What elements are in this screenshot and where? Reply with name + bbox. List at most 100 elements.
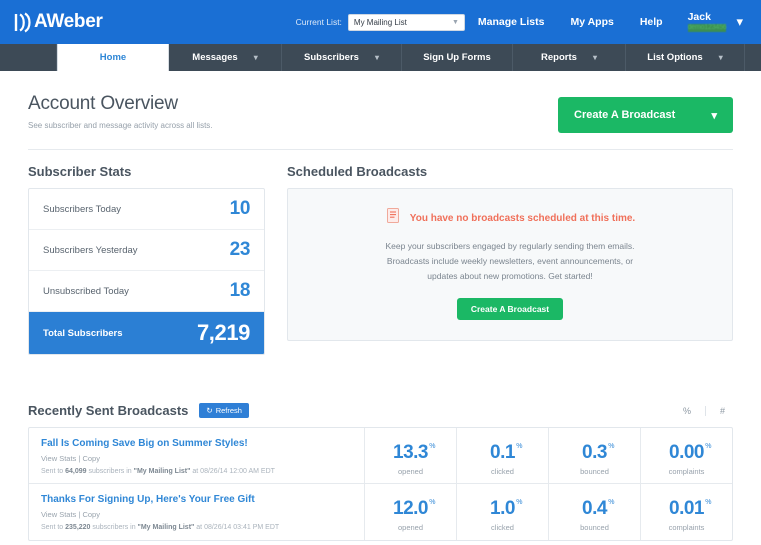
nav-tab-list-options[interactable]: List Options ▾ <box>626 44 745 71</box>
overview-columns: Subscriber Stats Subscribers Today 10 Su… <box>28 164 733 355</box>
broadcast-subject-link[interactable]: Fall Is Coming Save Big on Summer Styles… <box>41 438 352 449</box>
table-row: Fall Is Coming Save Big on Summer Styles… <box>29 428 732 484</box>
my-apps-link[interactable]: My Apps <box>557 16 626 28</box>
refresh-icon: ↻ <box>206 406 213 415</box>
manage-lists-link[interactable]: Manage Lists <box>465 16 558 28</box>
stat-value: 10 <box>229 198 251 219</box>
metric-unit: % <box>516 442 522 450</box>
view-stats-link[interactable]: View Stats <box>41 510 76 519</box>
aweber-logo-icon <box>14 12 31 33</box>
stat-label: Subscribers Today <box>43 203 121 215</box>
stat-value: 18 <box>229 280 251 301</box>
metric-number: 0.00 <box>669 441 704 463</box>
metric-opened: 12.0% opened <box>364 484 456 540</box>
nav-tab-sign-up-forms[interactable]: Sign Up Forms <box>402 44 513 71</box>
chevron-down-icon: ▾ <box>253 53 258 62</box>
metric-bounced: 0.3% bounced <box>548 428 640 483</box>
metric-value: 13.3% <box>393 442 435 464</box>
nav-tab-list-options-label: List Options <box>647 52 703 63</box>
toggle-separator <box>704 405 706 416</box>
nav-tab-messages[interactable]: Messages ▾ <box>169 44 282 71</box>
metric-label: clicked <box>491 466 514 476</box>
scheduled-broadcasts-empty-state: You have no broadcasts scheduled at this… <box>287 188 733 341</box>
page-content: Account Overview See subscriber and mess… <box>0 71 761 541</box>
nav-tab-reports[interactable]: Reports ▾ <box>513 44 626 71</box>
scheduled-create-broadcast-button[interactable]: Create A Broadcast <box>456 297 564 320</box>
toggle-percent-button[interactable]: % <box>681 406 693 416</box>
metric-number: 12.0 <box>393 498 428 519</box>
view-toggle-group: % # <box>681 405 733 416</box>
stat-value: 7,219 <box>196 320 250 345</box>
broadcast-info: Fall Is Coming Save Big on Summer Styles… <box>29 428 364 483</box>
copy-link[interactable]: Copy <box>82 510 100 519</box>
chevron-down-icon: ▾ <box>592 53 597 62</box>
metric-unit: % <box>429 499 435 506</box>
nav-tab-subscribers-label: Subscribers <box>304 52 359 63</box>
recently-sent-broadcasts-table: Fall Is Coming Save Big on Summer Styles… <box>28 427 733 541</box>
subscriber-stats-title: Subscriber Stats <box>28 164 132 179</box>
scheduled-body-line3: updates about new promotions. Get starte… <box>427 270 593 281</box>
nav-tab-reports-label: Reports <box>541 52 577 63</box>
chevron-down-icon: ▾ <box>374 53 379 62</box>
stat-label: Total Subscribers <box>43 327 123 339</box>
sent-mid: subscribers in <box>90 524 138 531</box>
page-subtitle: See subscriber and message activity acro… <box>28 121 213 130</box>
broadcast-metrics: 13.3% opened 0.1% clicked 0.3% bounced 0… <box>364 428 732 483</box>
metric-opened: 13.3% opened <box>364 428 456 483</box>
user-menu[interactable]: Jack demo123456 ▾ <box>676 11 747 32</box>
stat-label: Subscribers Yesterday <box>43 244 138 256</box>
scheduled-alert-text: You have no broadcasts scheduled at this… <box>409 212 636 224</box>
metric-value: 12.0% <box>393 498 435 520</box>
aweber-logo-text: AWeber <box>34 11 103 32</box>
chevron-down-icon: ▾ <box>736 14 743 30</box>
broadcast-info: Thanks For Signing Up, Here's Your Free … <box>29 484 364 540</box>
toggle-number-button[interactable]: # <box>718 406 727 416</box>
action-separator: | <box>78 510 81 519</box>
user-first-name: Jack <box>687 11 711 24</box>
aweber-logo[interactable]: AWeber <box>14 11 103 33</box>
sent-prefix: Sent to <box>41 524 66 531</box>
copy-link[interactable]: Copy <box>82 454 100 463</box>
user-handle: demo123456 <box>687 24 727 32</box>
current-list-select[interactable]: My Mailing List ▼ <box>347 13 465 31</box>
broadcast-sent-info: Sent to 64,099 subscribers in "My Mailin… <box>41 468 352 475</box>
view-stats-link[interactable]: View Stats <box>41 454 76 463</box>
nav-tab-home-label: Home <box>99 52 127 63</box>
nav-tab-subscribers[interactable]: Subscribers ▾ <box>282 44 402 71</box>
metric-unit: % <box>516 499 522 506</box>
metric-unit: % <box>429 442 435 450</box>
metric-label: clicked <box>491 523 514 532</box>
metric-value: 0.01% <box>669 498 711 520</box>
recently-sent-title: Recently Sent Broadcasts <box>28 403 189 418</box>
nav-tab-home[interactable]: Home <box>57 44 169 71</box>
subscriber-stats-section: Subscriber Stats Subscribers Today 10 Su… <box>28 164 265 355</box>
broadcast-metrics: 12.0% opened 1.0% clicked 0.4% bounced 0… <box>364 484 732 540</box>
user-names: Jack demo123456 <box>687 11 727 32</box>
sent-suffix: at 08/26/14 12:00 AM EDT <box>190 468 275 475</box>
metric-unit: % <box>705 499 711 506</box>
help-link[interactable]: Help <box>627 16 676 28</box>
top-bar: AWeber Current List: My Mailing List ▼ M… <box>0 0 761 44</box>
document-list-icon <box>385 207 401 229</box>
scheduled-body: Keep your subscribers engaged by regular… <box>374 239 646 284</box>
recently-sent-header: Recently Sent Broadcasts ↻ Refresh % # <box>28 403 733 418</box>
metric-label: complaints <box>668 523 705 532</box>
sent-prefix: Sent to <box>41 468 66 475</box>
refresh-button[interactable]: ↻ Refresh <box>199 403 249 418</box>
stat-row-subscribers-yesterday: Subscribers Yesterday 23 <box>29 230 264 271</box>
broadcast-subject-link[interactable]: Thanks For Signing Up, Here's Your Free … <box>41 494 352 505</box>
create-broadcast-button[interactable]: Create A Broadcast ▾ <box>558 97 733 133</box>
metric-unit: % <box>608 442 614 450</box>
nav-tab-messages-label: Messages <box>192 52 238 63</box>
metric-label: opened <box>397 523 424 532</box>
metric-unit: % <box>705 442 711 450</box>
sent-count: 64,099 <box>65 468 87 475</box>
metric-label: bounced <box>580 523 609 532</box>
nav-left-spacer <box>0 44 57 71</box>
metric-bounced: 0.4% bounced <box>548 484 640 540</box>
stat-row-total-subscribers: Total Subscribers 7,219 <box>29 312 264 354</box>
refresh-button-label: Refresh <box>215 406 242 415</box>
metric-label: complaints <box>668 466 705 476</box>
main-nav: Home Messages ▾ Subscribers ▾ Sign Up Fo… <box>0 44 761 71</box>
metric-value: 1.0% <box>490 498 522 520</box>
